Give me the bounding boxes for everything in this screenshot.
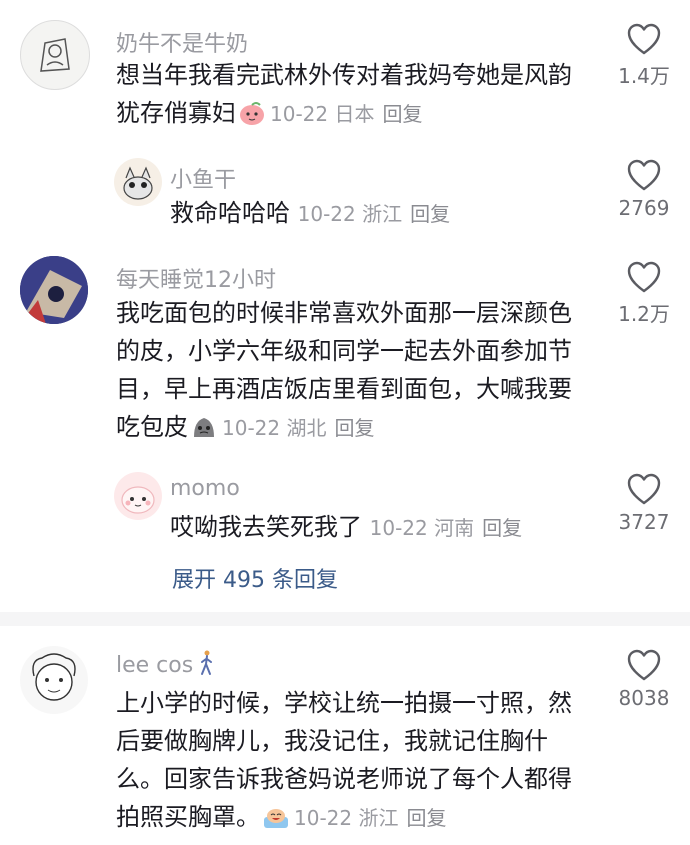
comment-body: 我吃面包的时候非常喜欢外面那一层深颜色 的皮，小学六年级和同学一起去外面参加节 …	[116, 294, 616, 447]
like-button[interactable]: 3727	[604, 472, 684, 534]
expand-replies-button[interactable]: 展开 495 条回复	[172, 562, 338, 594]
heart-icon	[627, 473, 661, 505]
walking-person-icon	[199, 650, 215, 682]
avatar[interactable]	[20, 646, 88, 714]
reply-body: 哎呦我去笑死我了 10-22 河南 回复	[170, 508, 590, 547]
username-text: lee cos	[116, 653, 194, 678]
like-count: 1.4万	[618, 64, 670, 88]
comment-date: 10-22	[294, 806, 353, 830]
comment-text-line: 么。回家告诉我爸妈说老师说了每个人都得	[116, 765, 572, 793]
comment-text-line: 我吃面包的时候非常喜欢外面那一层深颜色	[116, 299, 572, 327]
like-count: 1.2万	[618, 302, 670, 326]
comment-text: 拍照买胸罩。	[116, 803, 260, 831]
avatar[interactable]	[114, 158, 162, 206]
comment-body: 上小学的时候，学校让统一拍摄一寸照，然 后要做胸牌儿，我没记住，我就记住胸什 么…	[116, 684, 616, 837]
like-button[interactable]: 2769	[604, 158, 684, 220]
reply-item: 小鱼干 救命哈哈哈 10-22 浙江 回复 2769	[0, 150, 690, 240]
avatar[interactable]	[20, 256, 88, 324]
comment-meta: 10-22 浙江 回复	[294, 806, 446, 830]
comment-location: 浙江	[362, 202, 403, 226]
comment-item: 奶牛不是牛奶 想当年我看完武林外传对着我妈夸她是风韵 犹存俏寡妇 10-22 日本…	[0, 0, 690, 150]
comment-location: 湖北	[286, 416, 327, 440]
comment-text-line: 目，早上再酒店饭店里看到面包，大喊我要	[116, 375, 572, 403]
comment-username[interactable]: lee cos	[116, 650, 215, 682]
comment-location: 日本	[334, 102, 375, 126]
like-count: 2769	[618, 196, 670, 220]
comment-body: 想当年我看完武林外传对着我妈夸她是风韵 犹存俏寡妇 10-22 日本 回复	[116, 56, 616, 133]
comment-text-line: 犹存俏寡妇 10-22 日本 回复	[116, 94, 616, 133]
reply-meta: 10-22 河南 回复	[370, 516, 522, 540]
heart-icon	[627, 23, 661, 55]
comment-username[interactable]: 奶牛不是牛奶	[116, 26, 248, 58]
reply-button[interactable]: 回复	[382, 102, 422, 126]
peach-face-emoji	[238, 99, 266, 127]
like-count: 8038	[618, 686, 670, 710]
heart-icon	[627, 261, 661, 293]
comment-date: 10-22	[222, 416, 281, 440]
comment-text-line: 拍照买胸罩。 10-22 浙江 回复	[116, 798, 616, 837]
comment-date: 10-22	[369, 516, 428, 540]
comment-username[interactable]: 每天睡觉12小时	[116, 262, 276, 294]
section-divider	[0, 612, 690, 626]
comment-meta: 10-22 日本 回复	[270, 102, 422, 126]
reply-text: 救命哈哈哈	[170, 199, 290, 227]
reply-button[interactable]: 回复	[482, 516, 522, 540]
comment-text-line: 的皮，小学六年级和同学一起去外面参加节	[116, 337, 572, 365]
heart-icon	[627, 649, 661, 681]
reply-body: 救命哈哈哈 10-22 浙江 回复	[170, 194, 590, 233]
comment-text: 吃包皮	[116, 413, 188, 441]
comment-location: 河南	[434, 516, 475, 540]
like-button[interactable]: 8038	[604, 648, 684, 710]
reply-button[interactable]: 回复	[410, 202, 450, 226]
comment-date: 10-22	[270, 102, 329, 126]
reply-item: momo 哎呦我去笑死我了 10-22 河南 回复 3727	[0, 466, 690, 556]
comment-meta: 10-22 湖北 回复	[222, 416, 374, 440]
reply-text-line: 哎呦我去笑死我了 10-22 河南 回复	[170, 508, 590, 547]
comment-date: 10-22	[297, 202, 356, 226]
reply-button[interactable]: 回复	[334, 416, 374, 440]
comment-text: 犹存俏寡妇	[116, 99, 236, 127]
like-button[interactable]: 1.4万	[604, 22, 684, 89]
reply-text-line: 救命哈哈哈 10-22 浙江 回复	[170, 194, 590, 233]
comment-text-line: 后要做胸牌儿，我没记住，我就记住胸什	[116, 727, 548, 755]
comment-item: lee cos 上小学的时候，学校让统一拍摄一寸照，然 后要做胸牌儿，我没记住，…	[0, 628, 690, 845]
heart-icon	[627, 159, 661, 191]
comment-text-line: 吃包皮 10-22 湖北 回复	[116, 408, 616, 447]
grey-blob-emoji	[190, 413, 218, 441]
reply-button[interactable]: 回复	[406, 806, 446, 830]
like-count: 3727	[618, 510, 670, 534]
reply-username[interactable]: momo	[170, 476, 240, 501]
reply-meta: 10-22 浙江 回复	[298, 202, 450, 226]
comment-text-line: 想当年我看完武林外传对着我妈夸她是风韵	[116, 61, 572, 89]
comment-text-line: 上小学的时候，学校让统一拍摄一寸照，然	[116, 689, 572, 717]
comment-location: 浙江	[358, 806, 399, 830]
avatar[interactable]	[20, 20, 90, 90]
like-button[interactable]: 1.2万	[604, 260, 684, 327]
laughing-bath-emoji	[262, 803, 290, 831]
avatar[interactable]	[114, 472, 162, 520]
comment-item: 每天睡觉12小时 我吃面包的时候非常喜欢外面那一层深颜色 的皮，小学六年级和同学…	[0, 240, 690, 460]
reply-username[interactable]: 小鱼干	[170, 162, 236, 194]
reply-text: 哎呦我去笑死我了	[170, 513, 362, 541]
